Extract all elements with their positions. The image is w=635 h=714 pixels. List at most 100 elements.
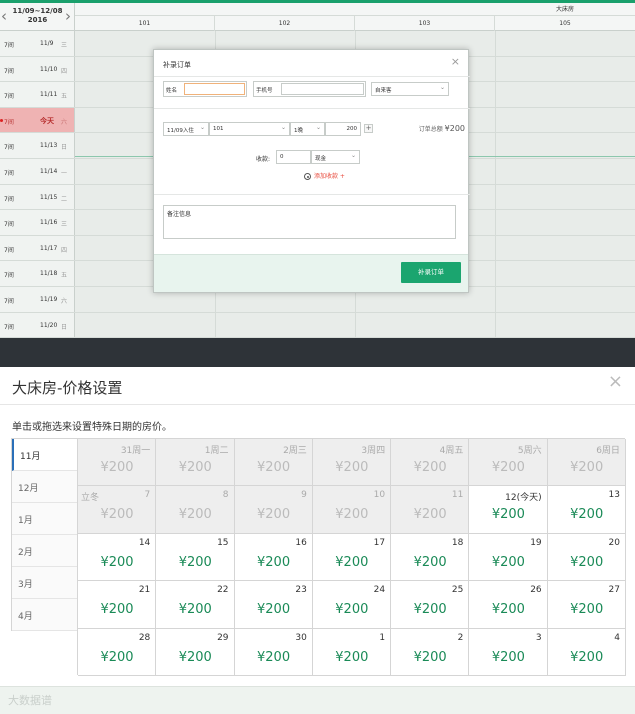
calendar-day-cell[interactable]: 1 ¥200 — [312, 628, 392, 676]
day-number: 21 — [138, 585, 151, 596]
phone-field[interactable]: 手机号 — [253, 81, 366, 97]
remark-textarea[interactable]: 备注信息 — [163, 205, 456, 239]
day-number: 13 — [608, 490, 620, 501]
payment-method-select[interactable]: 现金 ⌄ — [311, 150, 360, 164]
prev-range-icon[interactable]: ‹ — [1, 7, 7, 25]
day-number: 25 — [451, 585, 464, 596]
day-weekday: 日 — [61, 323, 68, 331]
day-price: ¥200 — [257, 602, 291, 618]
calendar-day-cell[interactable]: 30 ¥200 — [234, 628, 313, 676]
day-price: ¥200 — [257, 649, 291, 665]
name-input[interactable] — [184, 83, 245, 95]
day-price: ¥200 — [570, 649, 604, 665]
month-tab[interactable]: 2月 — [12, 535, 78, 567]
day-label: 7间 11/16 三 — [0, 210, 75, 235]
submit-order-button[interactable]: 补录订单 — [401, 262, 461, 283]
room-count: 7间 — [4, 118, 14, 126]
day-price: ¥200 — [491, 507, 525, 523]
day-price: ¥200 — [178, 602, 212, 618]
day-label: 7间 11/15 二 — [0, 184, 75, 210]
day-date: 11/13 — [40, 142, 58, 150]
calendar-day-cell[interactable]: 21 ¥200 — [78, 581, 157, 629]
calendar-day-cell: 6周日 ¥200 — [547, 439, 626, 487]
name-label: 姓名 — [166, 88, 178, 94]
calendar-day-cell[interactable]: 15 ¥200 — [156, 533, 235, 582]
calendar-day-cell: 31周一 ¥200 — [78, 439, 157, 487]
divider — [0, 404, 635, 405]
calendar-day-cell[interactable]: 3 ¥200 — [469, 628, 548, 676]
nights-select[interactable]: 1晚 ⌄ — [290, 122, 325, 136]
day-price: ¥200 — [413, 554, 447, 570]
checkin-value: 11/09入住 — [167, 128, 194, 134]
name-field[interactable]: 姓名 — [163, 81, 247, 97]
day-number: 30 — [295, 632, 307, 643]
month-tab[interactable]: 1月 — [12, 503, 78, 535]
room-select[interactable]: 101 ⌄ — [209, 122, 290, 136]
grid-divider — [495, 31, 496, 338]
calendar-day-cell[interactable]: 19 ¥200 — [469, 533, 548, 582]
day-price: ¥200 — [491, 460, 525, 475]
calendar-day-cell[interactable]: 2 ¥200 — [391, 628, 470, 676]
day-price: ¥200 — [491, 649, 525, 665]
calendar-day-cell[interactable]: 24 ¥200 — [312, 581, 392, 629]
month-tab[interactable]: 11月 — [12, 439, 78, 471]
day-number: 4 — [614, 632, 620, 643]
day-weekday: 一 — [61, 170, 68, 177]
calendar-day-cell[interactable]: 14 ¥200 — [78, 533, 157, 582]
day-price: ¥200 — [100, 649, 134, 665]
calendar-day-cell[interactable]: 28 ¥200 — [78, 628, 157, 676]
calendar-day-cell: 3周四 ¥200 — [312, 439, 392, 487]
add-order-dialog: 补录订单 × 姓名 手机号 自来客 ⌄ 11/09入住 ⌄ 101 ⌄ 1晚 ⌄… — [153, 49, 470, 293]
calendar-day-cell: 5周六 ¥200 — [469, 439, 548, 487]
calendar-day-cell[interactable]: 16 ¥200 — [234, 533, 313, 582]
checkin-date-select[interactable]: 11/09入住 ⌄ — [163, 122, 209, 136]
room-count: 7间 — [4, 195, 14, 203]
price-input[interactable]: 200 — [325, 122, 361, 136]
source-select[interactable]: 自来客 ⌄ — [371, 82, 449, 96]
calendar-day-cell[interactable]: 18 ¥200 — [391, 533, 470, 582]
add-payment-link[interactable]: 添加收款 + — [304, 171, 345, 180]
day-number: 3 — [535, 632, 542, 643]
month-tab[interactable]: 4月 — [12, 599, 78, 631]
day-number: 14 — [138, 537, 151, 548]
day-number: 22 — [217, 585, 229, 596]
payment-amount-input[interactable]: 0 — [276, 150, 311, 164]
calendar-day-cell[interactable]: 25 ¥200 — [391, 581, 470, 629]
panel-title: 大床房-价格设置 — [12, 379, 123, 397]
calendar-day-cell[interactable]: 12(今天) ¥200 — [469, 486, 548, 534]
day-price: ¥200 — [178, 649, 212, 665]
day-number: 5周六 — [517, 446, 542, 456]
add-room-icon[interactable]: + — [364, 124, 373, 133]
month-tab[interactable]: 3月 — [12, 567, 78, 599]
room-column-header: 101 — [75, 16, 215, 31]
day-price: ¥200 — [413, 507, 447, 523]
next-range-icon[interactable]: › — [65, 7, 71, 25]
calendar-day-cell[interactable]: 26 ¥200 — [469, 581, 548, 629]
calendar-day-cell[interactable]: 20 ¥200 — [547, 533, 626, 582]
price-calendar: 31周一 ¥200 1周二 ¥200 2周三 ¥200 3周四 ¥200 4周五 ¥200 5周六 ¥… — [77, 438, 626, 676]
day-weekday: 四 — [61, 246, 68, 254]
day-number: 7 — [144, 490, 151, 501]
phone-input[interactable] — [281, 83, 364, 95]
close-icon[interactable]: × — [451, 55, 460, 68]
date-range-header: ‹ 11/09~12/08 2016 › — [0, 3, 75, 31]
day-price: ¥200 — [491, 602, 525, 618]
panel-hint: 单击或拖选来设置特殊日期的房价。 — [12, 422, 172, 433]
close-icon[interactable]: × — [608, 371, 623, 392]
calendar-day-cell[interactable]: 29 ¥200 — [156, 628, 235, 676]
day-price: ¥200 — [100, 554, 134, 570]
day-number: 31周一 — [120, 446, 151, 456]
day-price: ¥200 — [335, 649, 369, 665]
calendar-day-cell[interactable]: 4 ¥200 — [547, 628, 626, 676]
divider — [154, 108, 470, 109]
calendar-day-cell[interactable]: 23 ¥200 — [234, 581, 313, 629]
room-value: 101 — [213, 126, 224, 132]
calendar-day-cell[interactable]: 17 ¥200 — [312, 533, 392, 582]
calendar-day-cell: 1周二 ¥200 — [156, 439, 235, 487]
calendar-day-cell[interactable]: 27 ¥200 — [547, 581, 626, 629]
calendar-day-cell[interactable]: 13 ¥200 — [547, 486, 626, 534]
day-number: 10 — [373, 490, 386, 501]
day-number: 26 — [530, 585, 542, 596]
calendar-day-cell[interactable]: 22 ¥200 — [156, 581, 235, 629]
month-tab[interactable]: 12月 — [12, 471, 78, 503]
